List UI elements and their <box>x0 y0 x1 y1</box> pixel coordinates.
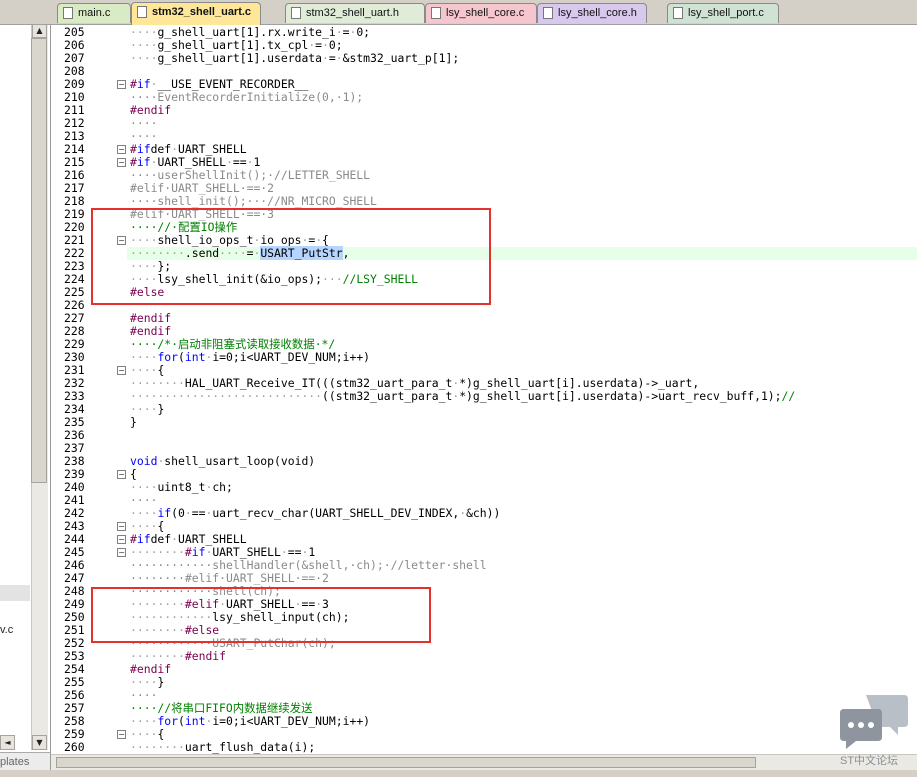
watermark-text: ST中文论坛 <box>840 755 899 767</box>
file-icon <box>291 7 301 19</box>
code-editor[interactable]: 205 ····g_shell_uart[1].rx.write_i·=·0; 20… <box>51 25 917 754</box>
editor-gutter <box>57 25 62 754</box>
scroll-left-button[interactable]: ◄ <box>0 735 15 750</box>
tab-label: stm32_shell_uart.c <box>152 6 252 18</box>
templates-tab[interactable]: plates <box>0 756 29 768</box>
fold-toggle-icon[interactable]: − <box>117 522 126 531</box>
status-bar <box>0 770 917 777</box>
fold-toggle-icon[interactable]: − <box>117 80 126 89</box>
project-panel: ᛘ ▼ x ▲ ▼ ◄ v.c plates <box>0 0 51 777</box>
scroll-up-button[interactable]: ▲ <box>32 23 47 38</box>
fold-toggle-icon[interactable]: − <box>117 548 126 557</box>
tab-label: lsy_shell_core.c <box>446 7 525 19</box>
fold-toggle-icon[interactable]: − <box>117 470 126 479</box>
tree-file-item[interactable]: v.c <box>0 624 13 636</box>
tab-main-c[interactable]: main.c <box>57 3 131 23</box>
tab-lsy-shell-core-c[interactable]: lsy_shell_core.c <box>425 3 537 23</box>
fold-toggle-icon[interactable]: − <box>117 366 126 375</box>
code-line[interactable]: ····g_shell_uart[1].userdata·=·&stm32_ua… <box>130 52 459 65</box>
annotation-box-io-ops <box>91 208 491 305</box>
fold-toggle-icon[interactable]: − <box>117 145 126 154</box>
code-line[interactable]: void·shell_usart_loop(void) <box>130 455 315 468</box>
file-icon <box>673 7 683 19</box>
editor-horizontal-scrollbar[interactable] <box>51 754 917 771</box>
file-icon <box>431 7 441 19</box>
line-number: 260 <box>64 740 85 754</box>
code-line[interactable]: ····························((stm32_uart… <box>130 390 795 403</box>
tree-selection-row <box>0 585 30 601</box>
fold-toggle-icon[interactable]: − <box>117 158 126 167</box>
fold-toggle-icon[interactable]: − <box>117 730 126 739</box>
annotation-box-shell-input <box>91 587 431 643</box>
tab-label: main.c <box>78 7 111 19</box>
tab-label: stm32_shell_uart.h <box>306 7 399 19</box>
code-line[interactable]: ····for(int·i=0;i<UART_DEV_NUM;i++) <box>130 351 370 364</box>
tab-stm32-shell-uart-c[interactable]: stm32_shell_uart.c <box>131 2 261 25</box>
chat-watermark-icon <box>840 695 908 749</box>
code-line[interactable]: ····if(0·==·uart_recv_char(UART_SHELL_DE… <box>130 507 500 520</box>
tab-lsy-shell-core-h[interactable]: lsy_shell_core.h <box>537 3 647 23</box>
tab-stm32-shell-uart-h[interactable]: stm32_shell_uart.h <box>285 3 425 23</box>
file-icon <box>137 6 147 18</box>
tab-label: lsy_shell_core.h <box>558 7 637 19</box>
panel-tab-strip: plates <box>0 752 50 771</box>
code-line[interactable]: ········uart_flush_data(i); <box>130 741 315 754</box>
file-icon <box>543 7 553 19</box>
scroll-down-button[interactable]: ▼ <box>32 735 47 750</box>
code-line[interactable]: ····for(int·i=0;i<UART_DEV_NUM;i++) <box>130 715 370 728</box>
tab-lsy-shell-port-c[interactable]: lsy_shell_port.c <box>667 3 779 23</box>
code-line[interactable]: } <box>130 416 137 429</box>
fold-toggle-icon[interactable]: − <box>117 535 126 544</box>
panel-scroll-thumb[interactable] <box>31 38 47 483</box>
file-icon <box>63 7 73 19</box>
tab-label: lsy_shell_port.c <box>688 7 764 19</box>
editor-horizontal-scroll-thumb[interactable] <box>56 757 756 768</box>
